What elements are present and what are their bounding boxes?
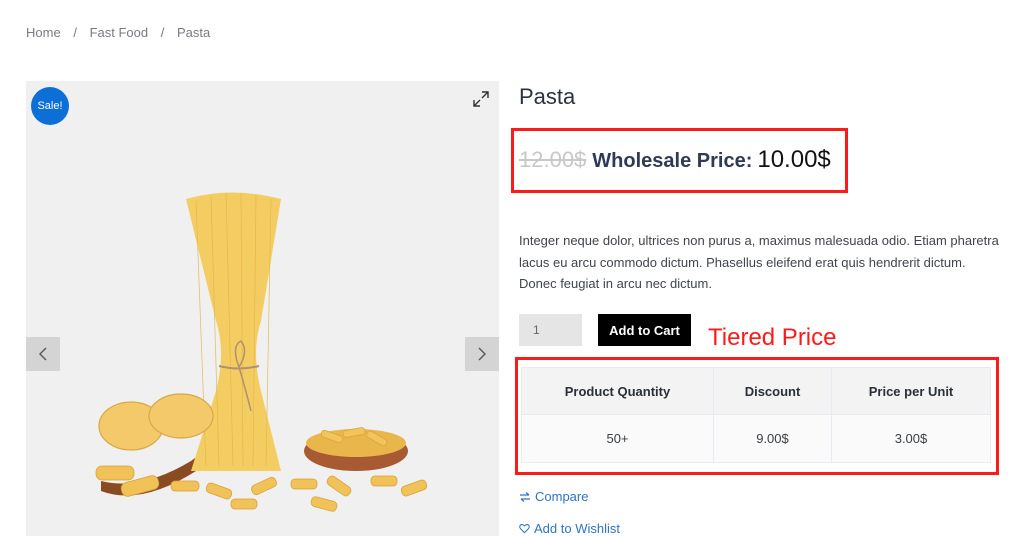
chevron-right-icon	[478, 347, 486, 361]
add-to-cart-button[interactable]: Add to Cart	[598, 314, 691, 346]
tiered-price-table: Product Quantity Discount Price per Unit…	[521, 367, 991, 463]
table-row: 50+ 9.00$ 3.00$	[521, 414, 991, 463]
breadcrumb-fast-food[interactable]: Fast Food	[90, 25, 149, 40]
breadcrumb: Home / Fast Food / Pasta	[26, 25, 210, 40]
add-to-wishlist-link[interactable]: Add to Wishlist	[519, 521, 620, 536]
table-header-row: Product Quantity Discount Price per Unit	[521, 367, 991, 415]
header-price-per-unit: Price per Unit	[831, 367, 991, 415]
compare-label: Compare	[535, 489, 589, 504]
price-row: 12.00$ Wholesale Price: 10.00$	[519, 146, 831, 174]
product-description: Integer neque dolor, ultrices non purus …	[519, 233, 999, 291]
breadcrumb-home[interactable]: Home	[26, 25, 61, 40]
chevron-left-icon	[39, 347, 47, 361]
gallery-next-button[interactable]	[465, 337, 499, 371]
cell-price-per-unit: 3.00$	[831, 414, 991, 463]
sale-badge: Sale!	[31, 87, 69, 125]
product-title: Pasta	[519, 84, 576, 109]
product-summary: Pasta 12.00$ Wholesale Price: 10.00$ Int…	[511, 82, 999, 536]
header-discount: Discount	[713, 367, 832, 415]
wishlist-label: Add to Wishlist	[534, 521, 620, 536]
gallery-prev-button[interactable]	[26, 337, 60, 371]
breadcrumb-separator: /	[160, 25, 165, 40]
cell-discount: 9.00$	[713, 414, 832, 463]
product-gallery: Sale!	[26, 81, 499, 536]
tiered-price-annotation: Tiered Price	[708, 324, 837, 351]
wholesale-price-value: 10.00$	[757, 146, 831, 173]
cell-quantity: 50+	[521, 414, 714, 463]
old-price: 12.00$	[519, 147, 587, 172]
wholesale-price-label: Wholesale Price:	[592, 150, 753, 172]
heart-outline-icon	[519, 524, 530, 534]
quantity-input[interactable]	[519, 314, 582, 346]
product-image[interactable]	[81, 181, 461, 521]
header-product-quantity: Product Quantity	[521, 367, 714, 415]
arrows-exchange-icon	[520, 491, 530, 502]
breadcrumb-separator: /	[73, 25, 77, 40]
breadcrumb-current: Pasta	[176, 25, 211, 40]
tiered-price-highlight-box: Product Quantity Discount Price per Unit…	[515, 357, 999, 475]
expand-icon[interactable]	[471, 89, 491, 109]
compare-link[interactable]: Compare	[519, 489, 588, 504]
